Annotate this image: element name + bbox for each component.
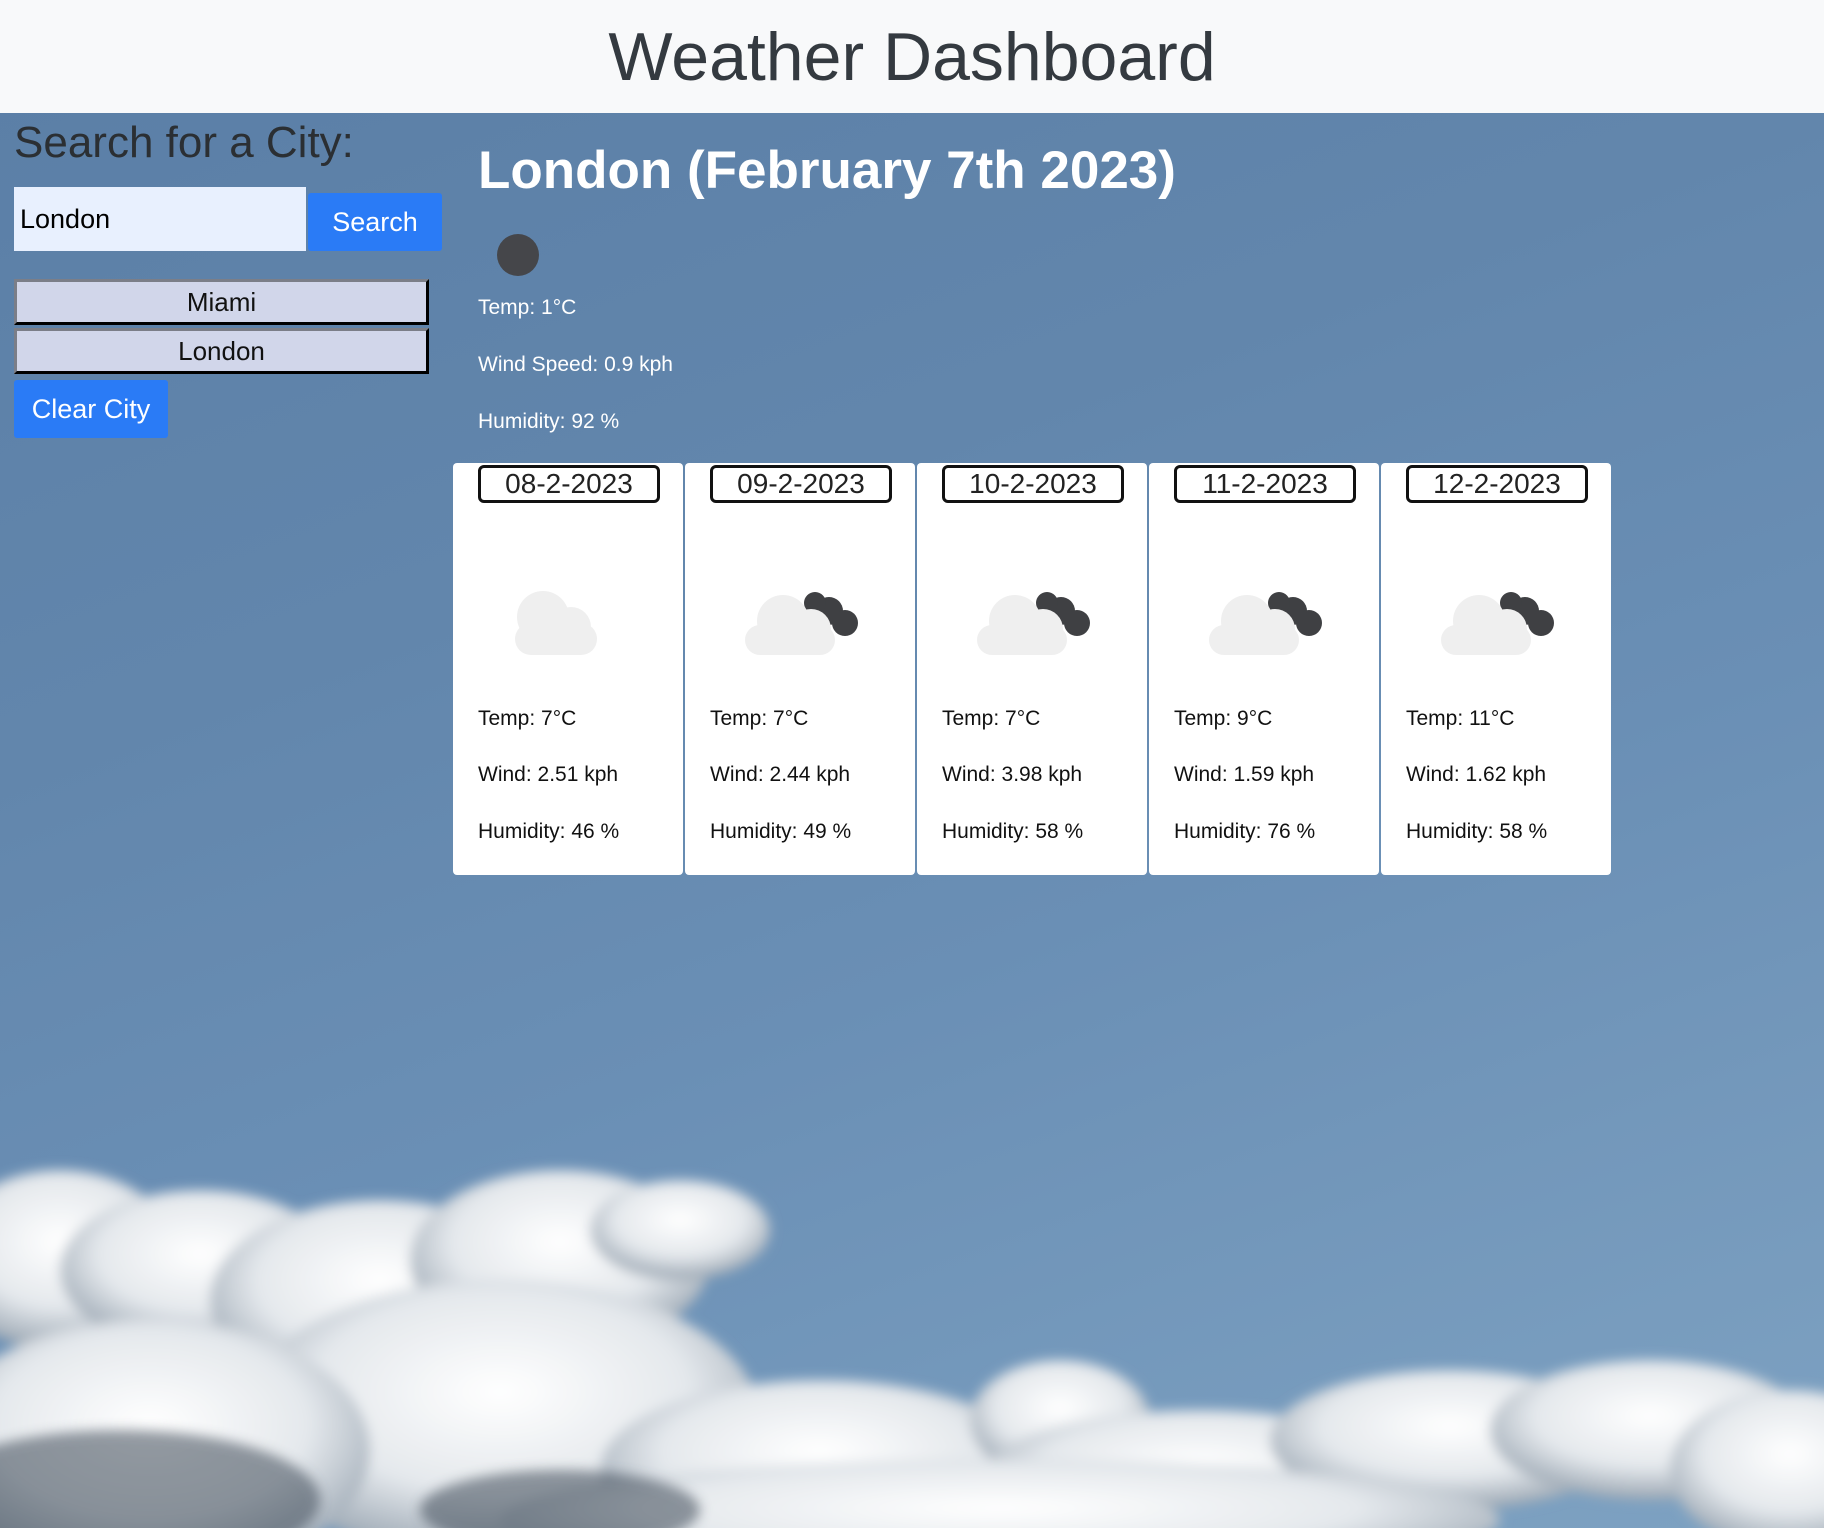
current-temp: Temp: 1°C bbox=[478, 296, 577, 319]
forecast-humidity: Humidity: 49 % bbox=[710, 820, 852, 843]
forecast-temp: Temp: 11°C bbox=[1406, 707, 1515, 730]
night-clear-icon bbox=[496, 233, 540, 282]
search-button[interactable]: Search bbox=[308, 193, 442, 251]
current-wind: Wind Speed: 0.9 kph bbox=[478, 353, 673, 376]
forecast-humidity: Humidity: 76 % bbox=[1174, 820, 1316, 843]
forecast-temp: Temp: 7°C bbox=[478, 707, 577, 730]
broken-clouds-icon bbox=[1189, 565, 1339, 670]
forecast-card: 12-2-2023 Temp: 11°C Wind: 1.62 kph Humi… bbox=[1381, 463, 1611, 875]
search-row: Search bbox=[14, 187, 442, 251]
history-item-miami[interactable]: Miami bbox=[14, 279, 429, 325]
forecast-humidity: Humidity: 58 % bbox=[942, 820, 1084, 843]
current-city-title: London (February 7th 2023) bbox=[478, 141, 1176, 200]
forecast-temp: Temp: 7°C bbox=[942, 707, 1041, 730]
cloud-icon bbox=[493, 565, 643, 670]
page-title: Weather Dashboard bbox=[608, 18, 1216, 95]
five-day-forecast: 08-2-2023 Temp: 7°C Wind: 2.51 kph Humid… bbox=[453, 463, 1612, 875]
broken-clouds-icon bbox=[725, 565, 875, 670]
forecast-humidity: Humidity: 58 % bbox=[1406, 820, 1548, 843]
forecast-card: 08-2-2023 Temp: 7°C Wind: 2.51 kph Humid… bbox=[453, 463, 683, 875]
forecast-date: 10-2-2023 bbox=[942, 465, 1124, 503]
forecast-date: 12-2-2023 bbox=[1406, 465, 1588, 503]
forecast-card: 09-2-2023 Temp: 7°C Wind: 2.44 kph Humid… bbox=[685, 463, 915, 875]
history-item-london[interactable]: London bbox=[14, 328, 429, 374]
clear-city-button[interactable]: Clear City bbox=[14, 380, 168, 438]
city-search-input[interactable] bbox=[14, 187, 306, 251]
forecast-wind: Wind: 1.62 kph bbox=[1406, 763, 1547, 786]
search-history: Miami London bbox=[14, 279, 429, 377]
search-sidebar: Search for a City: Search Miami London C… bbox=[14, 118, 442, 438]
search-heading: Search for a City: bbox=[14, 118, 354, 167]
forecast-wind: Wind: 1.59 kph bbox=[1174, 763, 1315, 786]
forecast-card: 10-2-2023 Temp: 7°C Wind: 3.98 kph Humid… bbox=[917, 463, 1147, 875]
forecast-wind: Wind: 2.51 kph bbox=[478, 763, 619, 786]
current-weather: London (February 7th 2023) Temp: 1°C Win… bbox=[478, 140, 1176, 433]
broken-clouds-icon bbox=[957, 565, 1107, 670]
forecast-temp: Temp: 9°C bbox=[1174, 707, 1273, 730]
current-humidity: Humidity: 92 % bbox=[478, 410, 620, 433]
forecast-temp: Temp: 7°C bbox=[710, 707, 809, 730]
forecast-humidity: Humidity: 46 % bbox=[478, 820, 620, 843]
forecast-wind: Wind: 3.98 kph bbox=[942, 763, 1083, 786]
forecast-card: 11-2-2023 Temp: 9°C Wind: 1.59 kph Humid… bbox=[1149, 463, 1379, 875]
forecast-date: 09-2-2023 bbox=[710, 465, 892, 503]
forecast-date: 08-2-2023 bbox=[478, 465, 660, 503]
broken-clouds-icon bbox=[1421, 565, 1571, 670]
forecast-wind: Wind: 2.44 kph bbox=[710, 763, 851, 786]
page-header: Weather Dashboard bbox=[0, 0, 1824, 113]
forecast-date: 11-2-2023 bbox=[1174, 465, 1356, 503]
